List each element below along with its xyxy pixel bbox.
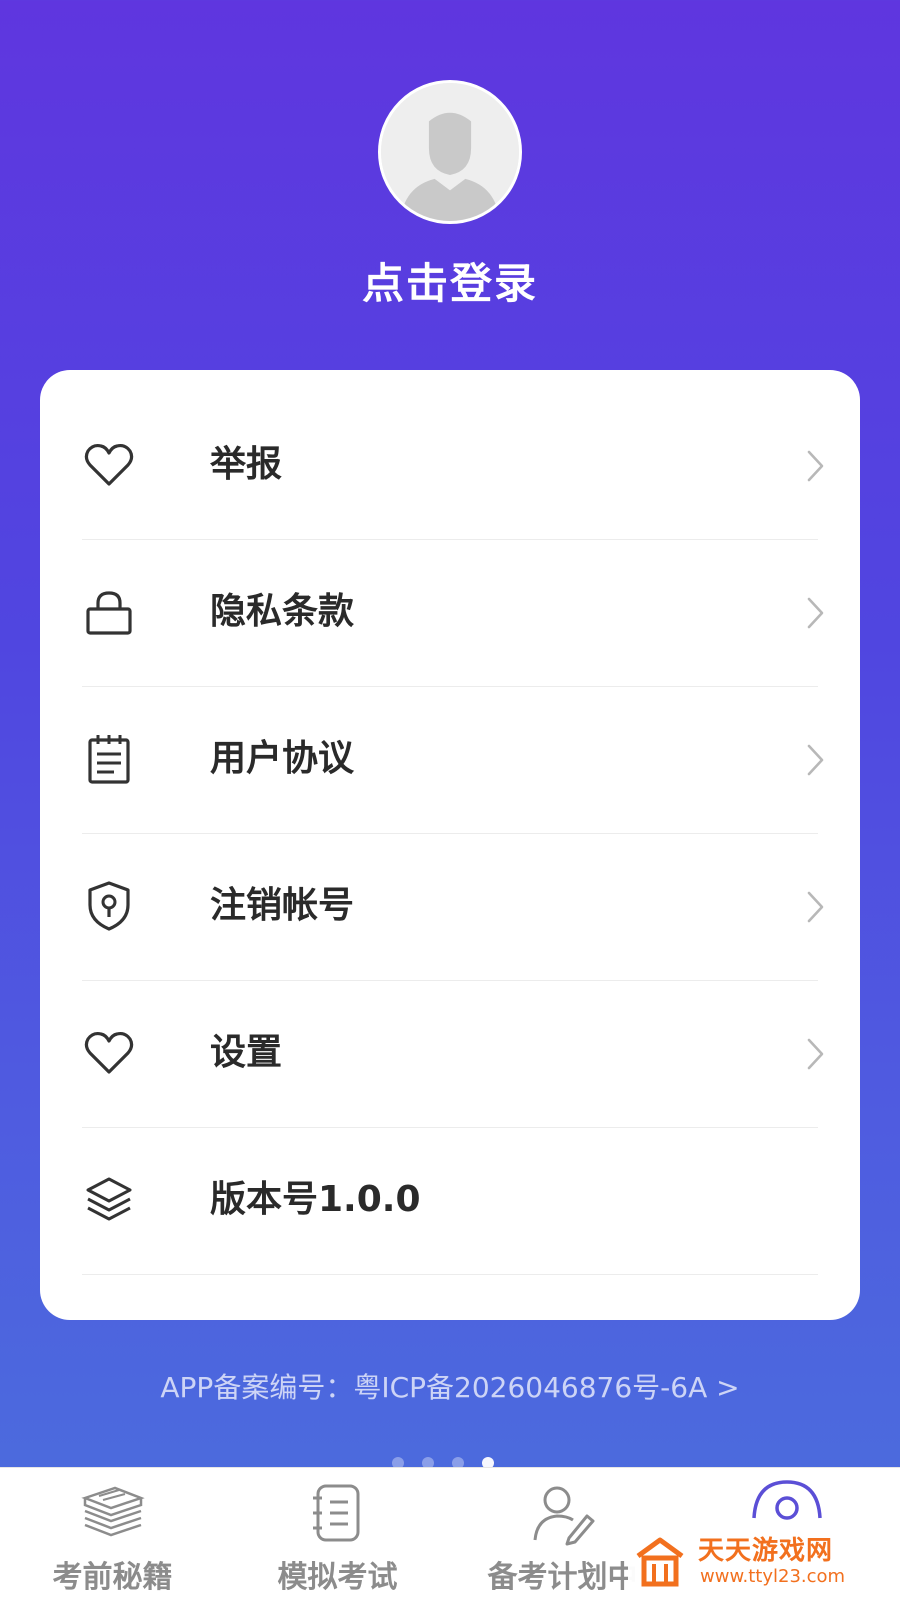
shield-keyhole-icon xyxy=(82,879,136,933)
heart-icon xyxy=(82,438,136,492)
tab-label: 模拟考试 xyxy=(277,1560,398,1595)
books-icon xyxy=(77,1478,147,1548)
menu-item-version: 版本号1.0.0 xyxy=(82,1125,818,1275)
tab-label: 考前秘籍 xyxy=(52,1560,173,1595)
menu-item-label: 设置 xyxy=(210,1032,283,1073)
menu-item-delete-account[interactable]: 注销帐号 xyxy=(82,831,824,981)
chevron-right-icon xyxy=(800,1034,830,1074)
tab-exam-tips[interactable]: 考前秘籍 xyxy=(0,1468,225,1600)
menu-item-settings[interactable]: 设置 xyxy=(82,978,824,1128)
user-pen-icon xyxy=(527,1478,597,1548)
menu-item-privacy[interactable]: 隐私条款 xyxy=(82,537,824,687)
profile-header: 点击登录 xyxy=(0,0,900,360)
watermark-logo-icon xyxy=(632,1534,688,1590)
icp-filing-link[interactable]: APP备案编号：粤ICP备2026046876号-6A > xyxy=(0,1366,900,1406)
layers-icon xyxy=(82,1173,136,1227)
menu-item-report[interactable]: 举报 xyxy=(82,390,824,540)
menu-item-label: 注销帐号 xyxy=(210,885,355,926)
menu-item-user-agreement[interactable]: 用户协议 xyxy=(82,684,824,834)
chevron-right-icon xyxy=(800,593,830,633)
heart-icon xyxy=(82,1026,136,1080)
avatar-placeholder-icon xyxy=(381,83,519,221)
version-label: 版本号1.0.0 xyxy=(210,1179,421,1220)
notebook-icon xyxy=(302,1478,372,1548)
login-link[interactable]: 点击登录 xyxy=(0,250,900,311)
notepad-icon xyxy=(82,732,136,786)
tab-mock-exam[interactable]: 模拟考试 xyxy=(225,1468,450,1600)
chevron-right-icon xyxy=(800,740,830,780)
watermark-url: www.ttyl23.com xyxy=(700,1566,846,1587)
chevron-right-icon xyxy=(800,887,830,927)
watermark-name: 天天游戏网 xyxy=(698,1536,834,1566)
watermark: 天天游戏网 www.ttyl23.com xyxy=(628,1528,898,1594)
chevron-right-icon xyxy=(800,446,830,486)
lock-icon xyxy=(82,585,136,639)
menu-item-label: 用户协议 xyxy=(210,738,355,779)
menu-item-label: 隐私条款 xyxy=(210,591,355,632)
avatar[interactable] xyxy=(378,80,522,224)
menu-card: 举报 隐私条款 用户协议 注销帐号 设置 版本号1.0.0 xyxy=(40,370,860,1320)
menu-item-label: 举报 xyxy=(210,444,283,485)
